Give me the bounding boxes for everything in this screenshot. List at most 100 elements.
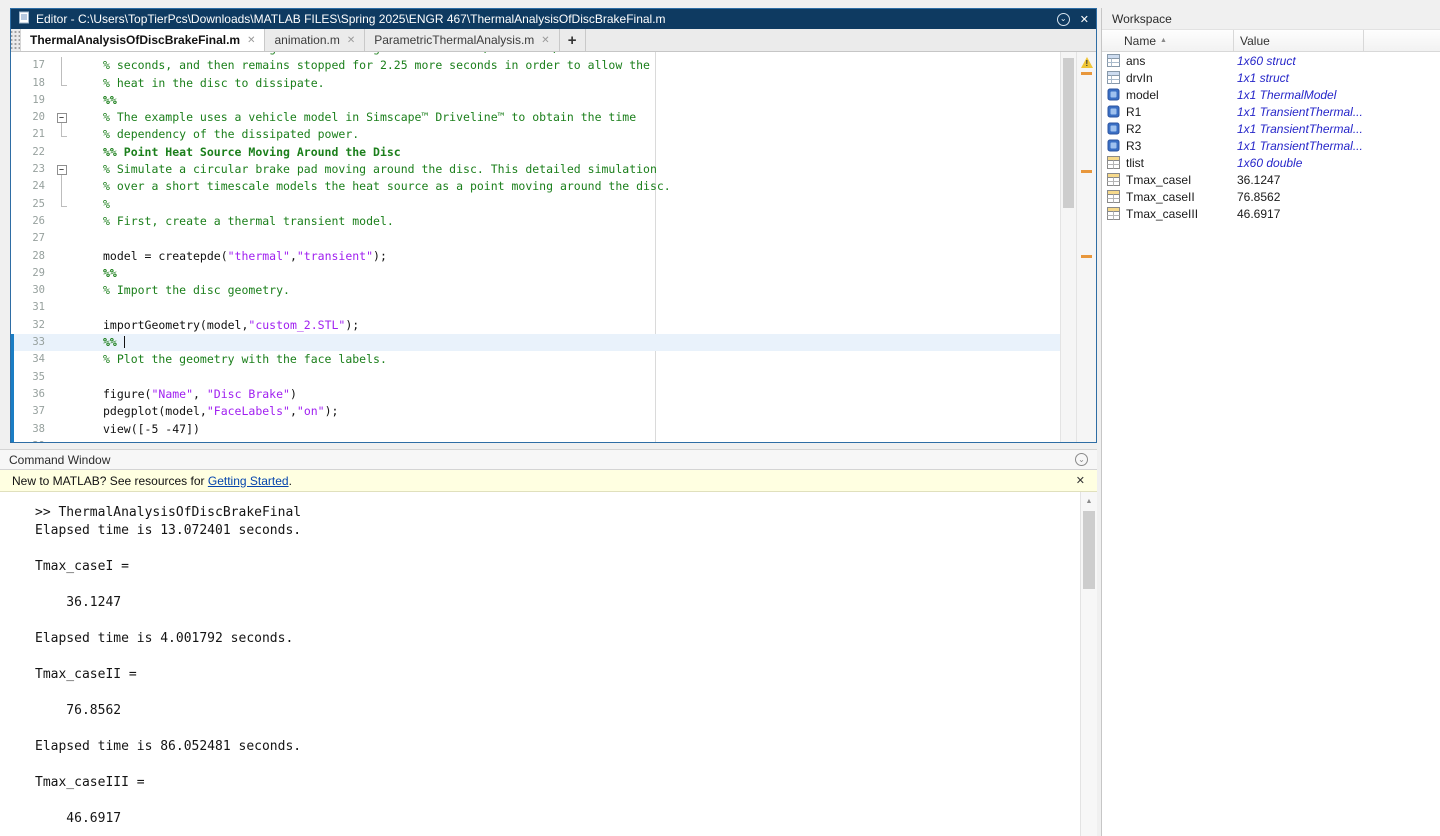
line-number: 35 (11, 369, 51, 386)
editor-window: Editor - C:\Users\TopTierPcs\Downloads\M… (10, 8, 1097, 443)
command-window-collapse-icon[interactable]: ⌄ (1075, 453, 1088, 466)
code-line[interactable]: 31 (11, 299, 1060, 316)
code-token: % The example uses a vehicle model in Si… (103, 110, 636, 124)
workspace-row[interactable]: model1x1 ThermalModel (1102, 86, 1440, 103)
tab-close-icon[interactable]: ✕ (247, 35, 255, 46)
code-line[interactable]: 21% dependency of the dissipated power. (11, 126, 1060, 143)
code-fold-icon[interactable]: − (51, 109, 73, 126)
code-line[interactable]: 26% First, create a thermal transient mo… (11, 213, 1060, 230)
editor-tab[interactable]: ParametricThermalAnalysis.m ✕ (365, 29, 559, 51)
code-token: % seconds, and then remains stopped for … (103, 58, 650, 72)
editor-code-area[interactable]: 16% Simulate full braking when the car g… (11, 52, 1096, 442)
output-line (35, 540, 1073, 558)
code-line[interactable]: 29%% (11, 265, 1060, 282)
code-line[interactable]: 38view([-5 -47]) (11, 421, 1060, 438)
workspace-header[interactable]: Workspace (1102, 8, 1440, 29)
column-header-value[interactable]: Value (1234, 30, 1364, 51)
code-text (73, 299, 103, 316)
editor-scrollbar[interactable] (1060, 52, 1076, 442)
workspace-row[interactable]: ans1x60 struct (1102, 52, 1440, 69)
code-text: % heat in the disc to dissipate. (73, 75, 325, 92)
variable-name: ans (1123, 54, 1231, 68)
code-line[interactable]: 39%% (11, 438, 1060, 442)
code-line[interactable]: 22%% Point Heat Source Moving Around the… (11, 144, 1060, 161)
code-line[interactable]: 33%% (11, 334, 1060, 351)
workspace-title: Workspace (1112, 12, 1172, 26)
code-line[interactable]: 30% Import the disc geometry. (11, 282, 1060, 299)
tab-label: animation.m (274, 33, 339, 47)
warning-marker[interactable] (1081, 72, 1092, 75)
output-line: Elapsed time is 4.001792 seconds. (35, 630, 1073, 648)
fold-gutter (51, 75, 73, 92)
code-text: % over a short timescale models the heat… (73, 178, 671, 195)
editor-tab[interactable]: animation.m ✕ (265, 29, 365, 51)
output-line: >> ThermalAnalysisOfDiscBrakeFinal (35, 504, 1073, 522)
tab-label: ParametricThermalAnalysis.m (374, 33, 534, 47)
workspace-row[interactable]: Tmax_caseIII46.6917 (1102, 205, 1440, 222)
workspace-row[interactable]: tlist1x60 double (1102, 154, 1440, 171)
code-line[interactable]: 36figure("Name", "Disc Brake") (11, 386, 1060, 403)
workspace-row[interactable]: drvIn1x1 struct (1102, 69, 1440, 86)
code-text: % Import the disc geometry. (73, 282, 290, 299)
output-line: Elapsed time is 13.072401 seconds. (35, 522, 1073, 540)
workspace-row[interactable]: Tmax_caseI36.1247 (1102, 171, 1440, 188)
panel-actions-icon[interactable]: ⌄ (1057, 13, 1070, 26)
scroll-up-icon[interactable]: ▲ (1081, 498, 1097, 505)
code-line[interactable]: 20− % The example uses a vehicle model in… (11, 109, 1060, 126)
code-line[interactable]: 18% heat in the disc to dissipate. (11, 75, 1060, 92)
code-token: importGeometry(model, (103, 318, 248, 332)
workspace-panel: Workspace Name ▲ Value ans1x60 structdrv… (1101, 8, 1440, 836)
code-token: view([-5 -47]) (103, 422, 200, 436)
code-line[interactable]: 24% over a short timescale models the he… (11, 178, 1060, 195)
banner-close-icon[interactable]: ✕ (1076, 474, 1085, 487)
editor-tab[interactable]: ThermalAnalysisOfDiscBrakeFinal.m✕ (21, 29, 265, 51)
command-scrollbar-thumb[interactable] (1083, 511, 1095, 589)
variable-value: 1x60 struct (1231, 54, 1296, 68)
struct-icon (1107, 71, 1123, 84)
command-window-scrollbar[interactable]: ▲ (1080, 492, 1097, 836)
code-line[interactable]: 27 (11, 230, 1060, 247)
code-line[interactable]: 37pdegplot(model,"FaceLabels","on"); (11, 403, 1060, 420)
command-window[interactable]: >> ThermalAnalysisOfDiscBrakeFinalElapse… (0, 492, 1097, 836)
editor-tabbar: ThermalAnalysisOfDiscBrakeFinal.m✕animat… (11, 29, 1096, 52)
new-tab-button[interactable]: + (560, 29, 586, 51)
command-window-header[interactable]: Command Window ⌄ (0, 449, 1097, 470)
getting-started-link[interactable]: Getting Started (208, 474, 289, 488)
line-number: 29 (11, 265, 51, 282)
code-line[interactable]: 35 (11, 369, 1060, 386)
tab-close-icon[interactable]: ✕ (541, 35, 549, 46)
code-fold-icon[interactable]: − (51, 161, 73, 178)
code-line[interactable]: 19%% (11, 92, 1060, 109)
output-line (35, 612, 1073, 630)
code-line[interactable]: 17% seconds, and then remains stopped fo… (11, 57, 1060, 74)
tab-grip-icon[interactable] (11, 29, 21, 51)
editor-titlebar[interactable]: Editor - C:\Users\TopTierPcs\Downloads\M… (11, 9, 1096, 29)
tab-close-icon[interactable]: ✕ (347, 35, 355, 46)
workspace-row[interactable]: R31x1 TransientThermal... (1102, 137, 1440, 154)
editor-close-icon[interactable]: ✕ (1080, 13, 1089, 26)
workspace-row[interactable]: R11x1 TransientThermal... (1102, 103, 1440, 120)
code-lines: 16% Simulate full braking when the car g… (11, 52, 1060, 442)
workspace-row[interactable]: R21x1 TransientThermal... (1102, 120, 1440, 137)
warning-marker[interactable] (1081, 255, 1092, 258)
code-token: ) (290, 387, 297, 401)
column-header-name[interactable]: Name ▲ (1102, 30, 1234, 51)
output-line (35, 756, 1073, 774)
warning-marker[interactable] (1081, 170, 1092, 173)
code-line[interactable]: 34% Plot the geometry with the face labe… (11, 351, 1060, 368)
code-line[interactable]: 32importGeometry(model,"custom_2.STL"); (11, 317, 1060, 334)
variable-name: tlist (1123, 156, 1231, 170)
code-line[interactable]: 25% (11, 196, 1060, 213)
sort-ascending-icon: ▲ (1160, 37, 1167, 44)
line-number: 39 (11, 438, 51, 442)
code-text (73, 369, 103, 386)
line-number: 20 (11, 109, 51, 126)
code-line[interactable]: 28model = createpde("thermal","transient… (11, 248, 1060, 265)
warning-icon[interactable]: ! (1081, 57, 1093, 68)
editor-scrollbar-thumb[interactable] (1063, 58, 1074, 208)
code-text: %% Point Heat Source Moving Around the D… (73, 144, 401, 161)
code-token: ); (345, 318, 359, 332)
workspace-row[interactable]: Tmax_caseII76.8562 (1102, 188, 1440, 205)
code-line[interactable]: 23−% Simulate a circular brake pad movin… (11, 161, 1060, 178)
line-number: 31 (11, 299, 51, 316)
